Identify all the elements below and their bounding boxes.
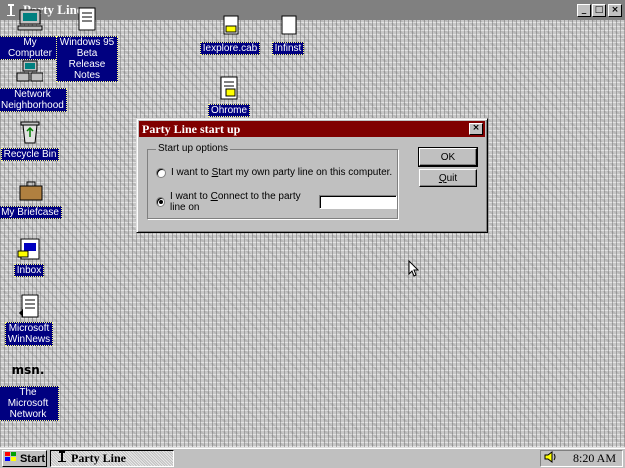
group-label: Start up options [156,143,231,154]
party-line-task-icon [57,450,67,467]
desktop-icon-recycle-bin[interactable]: Recycle Bin [0,118,62,161]
speaker-icon[interactable] [544,450,558,467]
desktop-icon-label: Network Neighborhood [0,88,67,112]
system-tray: 8:20 AM [540,450,623,467]
desktop-icon-label: Iexplore.cab [199,42,261,55]
desktop-icon-network-neighborhood[interactable]: Network Neighborhood [0,58,67,112]
notepad-icon [213,74,245,102]
dialog-title-bar[interactable]: Party Line start up × [139,121,485,137]
taskbar: Start Party Line 8:20 AM [0,447,625,468]
desktop-icon-my-computer[interactable]: My Computer [0,6,62,60]
computer-icon [14,6,46,34]
maximize-button[interactable]: □ [592,3,606,17]
dialog-title: Party Line start up [142,121,241,136]
recycle-bin-icon [14,118,46,146]
radio-start-own[interactable] [156,167,166,178]
option-start-label: I want to Start my own party line on thi… [171,167,393,178]
desktop-icon-label: The Microsoft Network [0,386,59,421]
msn-logo-text: msn. [11,363,45,377]
document-icon [71,6,103,34]
option-start-own[interactable]: I want to Start my own party line on thi… [156,167,392,178]
desktop-icon-label: Ohrome [207,104,251,117]
minimize-button[interactable]: _ [577,3,591,17]
briefcase-icon [14,176,46,204]
desktop-icon-label: Infinst [271,42,305,55]
desktop-icon-label: Microsoft WinNews [4,322,54,346]
winnews-icon [13,292,45,320]
startup-options-group: Start up options I want to Start my own … [147,143,398,219]
desktop-icon-label: Recycle Bin [0,148,60,161]
desktop-icon-label: My Computer [0,36,62,60]
desktop-icon-msn[interactable]: msn. The Microsoft Network [0,356,59,421]
close-button[interactable]: × [608,3,622,17]
party-line-host-input[interactable] [319,195,397,209]
desktop-icon-release-notes[interactable]: Windows 95 Beta Release Notes [56,6,118,82]
desktop: My Computer Windows 95 Beta Release Note… [0,7,625,447]
dialog-close-button[interactable]: × [469,123,483,135]
clock[interactable]: 8:20 AM [573,451,616,466]
start-button[interactable]: Start [2,450,47,467]
desktop-icon-label: Windows 95 Beta Release Notes [56,36,118,82]
desktop-icon-label: Inbox [13,264,45,277]
ok-button[interactable]: OK [418,147,478,167]
mouse-cursor-icon [408,260,420,277]
desktop-icon-infinst[interactable]: Infinst [256,12,320,55]
cab-file-icon [214,12,246,40]
desktop-icon-iexplore-cab[interactable]: Iexplore.cab [198,12,262,55]
file-icon [272,12,304,40]
option-connect-label: I want to Connect to the party line on [170,191,301,213]
desktop-icon-winnews[interactable]: Microsoft WinNews [0,292,61,346]
taskbar-item-label: Party Line [71,451,126,465]
desktop-icon-my-briefcase[interactable]: My Briefcase [0,176,62,219]
inbox-icon [13,234,45,262]
quit-button[interactable]: Quit [419,169,477,187]
msn-icon: msn. [11,356,45,384]
option-connect[interactable]: I want to Connect to the party line on [156,191,397,213]
network-icon [13,58,45,86]
start-label: Start [19,452,46,465]
desktop-icon-label: My Briefcase [0,206,62,219]
radio-connect[interactable] [156,197,166,207]
party-line-startup-dialog: Party Line start up × Start up options I… [136,118,488,233]
taskbar-item-party-line[interactable]: Party Line [50,450,174,467]
desktop-icon-inbox[interactable]: Inbox [0,234,61,277]
windows-logo-icon [4,451,18,466]
desktop-icon-ohrome[interactable]: Ohrome [197,74,261,117]
